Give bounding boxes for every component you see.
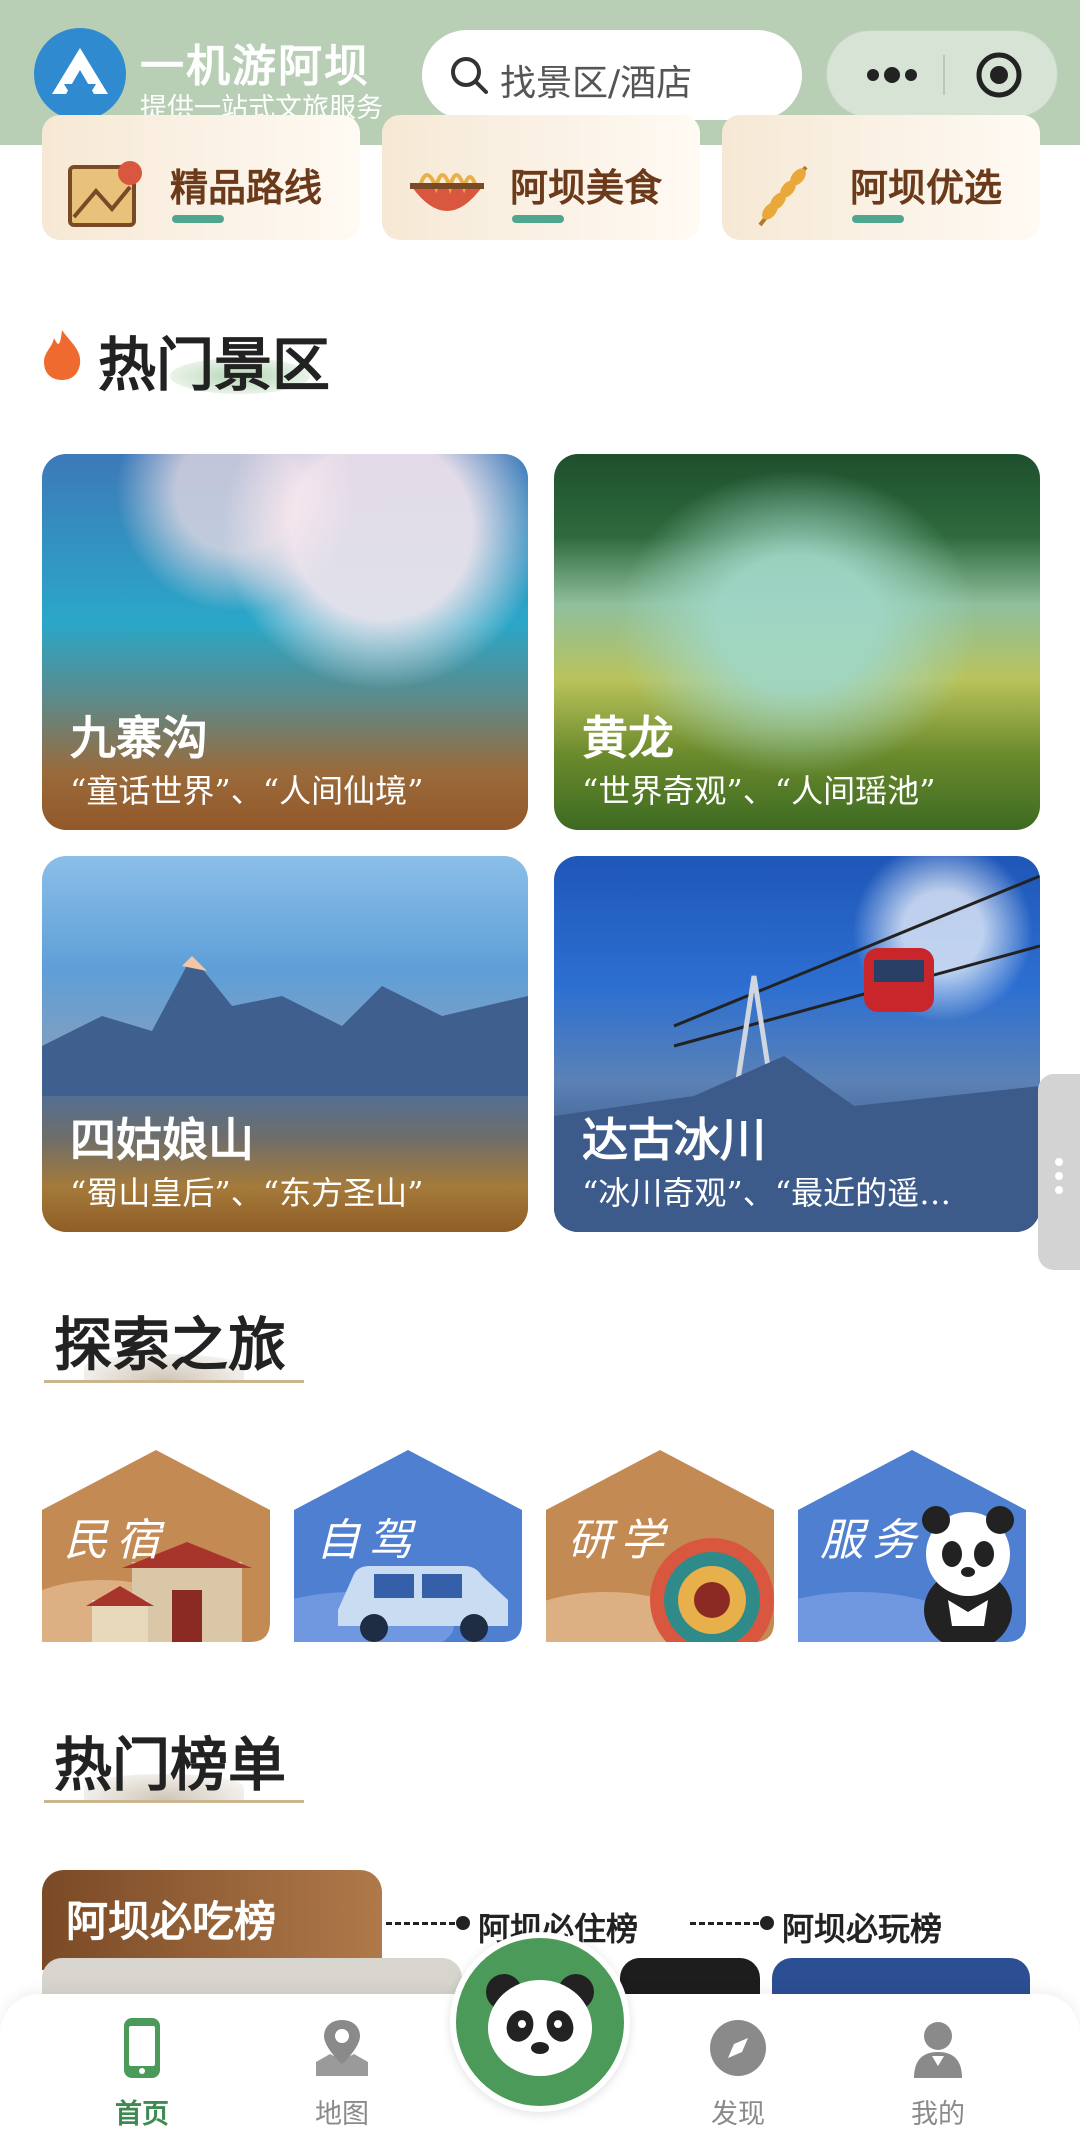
scenic-name: 四姑娘山 bbox=[70, 1113, 254, 1167]
handle-dot bbox=[1055, 1172, 1063, 1180]
tab-discover[interactable]: 发现 bbox=[668, 2016, 808, 2146]
section-title: 探索之旅 bbox=[54, 1311, 287, 1379]
search-icon bbox=[451, 57, 488, 94]
category-underline bbox=[852, 215, 904, 223]
category-card-routes[interactable]: 精品路线 bbox=[42, 115, 360, 240]
category-underline bbox=[172, 215, 224, 223]
scenic-card-dagu-glacier[interactable]: 达古冰川 “冰川奇观”、“最近的遥… bbox=[554, 856, 1040, 1232]
section-title: 热门榜单 bbox=[54, 1731, 287, 1799]
rank-tab-dot bbox=[456, 1916, 470, 1930]
handle-dot bbox=[1055, 1186, 1063, 1194]
category-label: 精品路线 bbox=[170, 165, 323, 210]
handle-dot bbox=[1055, 1158, 1063, 1166]
hot-scenic-header: 热门景区 bbox=[40, 318, 440, 399]
compass-icon bbox=[710, 2020, 766, 2076]
tab-home[interactable]: 首页 bbox=[72, 2016, 212, 2146]
panda-icon bbox=[486, 1974, 594, 2076]
rank-tab-dot bbox=[760, 1916, 774, 1930]
category-card-food[interactable]: 阿坝美食 bbox=[382, 115, 700, 240]
scenic-desc: “童话世界”、“人间仙境” bbox=[70, 772, 424, 810]
close-mini-program-icon[interactable] bbox=[973, 49, 1025, 101]
tab-label: 地图 bbox=[315, 2099, 369, 2130]
flame-icon bbox=[44, 330, 81, 380]
aba-logo-icon bbox=[34, 28, 126, 120]
side-drawer-handle[interactable] bbox=[1038, 1074, 1080, 1270]
category-label: 阿坝优选 bbox=[850, 165, 1003, 210]
category-card-selection[interactable]: 阿坝优选 bbox=[722, 115, 1040, 240]
phone-icon bbox=[124, 2018, 160, 2078]
tab-label: 首页 bbox=[115, 2099, 169, 2130]
tile-label: 自驾 bbox=[316, 1515, 420, 1566]
user-icon bbox=[914, 2022, 962, 2078]
scenic-desc: “世界奇观”、“人间瑶池” bbox=[582, 772, 936, 810]
rank-tab-dash bbox=[386, 1922, 464, 1925]
scenic-card-jiuzhaigou[interactable]: 九寨沟 “童话世界”、“人间仙境” bbox=[42, 454, 528, 830]
title-underline bbox=[44, 1380, 304, 1383]
mountain-illustration bbox=[42, 956, 528, 1096]
scenic-name: 黄龙 bbox=[582, 711, 674, 765]
rank-tab-play[interactable]: 阿坝必玩榜 bbox=[782, 1904, 942, 1950]
scenic-name: 九寨沟 bbox=[70, 711, 208, 765]
map-route-icon bbox=[68, 161, 142, 227]
scenic-desc: “蜀山皇后”、“东方圣山” bbox=[70, 1174, 424, 1212]
scenic-name: 达古冰川 bbox=[582, 1113, 766, 1167]
rankings-header: 热门榜单 bbox=[44, 1718, 364, 1808]
category-label: 阿坝美食 bbox=[510, 165, 663, 210]
title-underline bbox=[44, 1800, 304, 1803]
category-underline bbox=[512, 215, 564, 223]
category-row: 精品路线 阿坝美食 阿坝优选 bbox=[0, 115, 1080, 240]
app-title: 一机游阿坝 bbox=[140, 41, 370, 92]
search-input[interactable]: 找景区/酒店 bbox=[422, 30, 802, 120]
explore-tile-homestay[interactable]: 民宿 bbox=[42, 1450, 270, 1642]
rank-tab-eat[interactable]: 阿坝必吃榜 bbox=[42, 1870, 382, 1970]
tab-label: 我的 bbox=[911, 2099, 965, 2130]
scenic-card-huanglong[interactable]: 黄龙 “世界奇观”、“人间瑶池” bbox=[554, 454, 1040, 830]
wheat-icon bbox=[758, 165, 808, 227]
section-title: 热门景区 bbox=[98, 331, 331, 399]
tab-map[interactable]: 地图 bbox=[272, 2016, 412, 2146]
tab-mine[interactable]: 我的 bbox=[868, 2016, 1008, 2146]
mini-program-capsule bbox=[826, 30, 1058, 118]
capsule-divider bbox=[943, 55, 945, 95]
explore-tile-service[interactable]: 服务 bbox=[798, 1450, 1026, 1642]
map-pin-icon bbox=[316, 2020, 368, 2076]
rank-tab-label: 阿坝必吃榜 bbox=[66, 1897, 277, 1946]
explore-tile-study[interactable]: 研学 bbox=[546, 1450, 774, 1642]
tile-label: 民宿 bbox=[64, 1515, 168, 1566]
search-placeholder: 找景区/酒店 bbox=[500, 63, 693, 104]
rank-tab-dash bbox=[690, 1922, 768, 1925]
more-icon[interactable] bbox=[847, 31, 937, 119]
explore-tile-selfdrive[interactable]: 自驾 bbox=[294, 1450, 522, 1642]
tile-label: 研学 bbox=[568, 1515, 672, 1566]
scenic-card-siguniangshan[interactable]: 四姑娘山 “蜀山皇后”、“东方圣山” bbox=[42, 856, 528, 1232]
noodle-bowl-icon bbox=[410, 173, 484, 211]
scenic-desc: “冰川奇观”、“最近的遥… bbox=[582, 1174, 952, 1212]
tab-label: 发现 bbox=[711, 2099, 765, 2130]
center-panda-button[interactable] bbox=[450, 1932, 630, 2112]
explore-header: 探索之旅 bbox=[44, 1298, 364, 1388]
tile-label: 服务 bbox=[820, 1515, 924, 1566]
